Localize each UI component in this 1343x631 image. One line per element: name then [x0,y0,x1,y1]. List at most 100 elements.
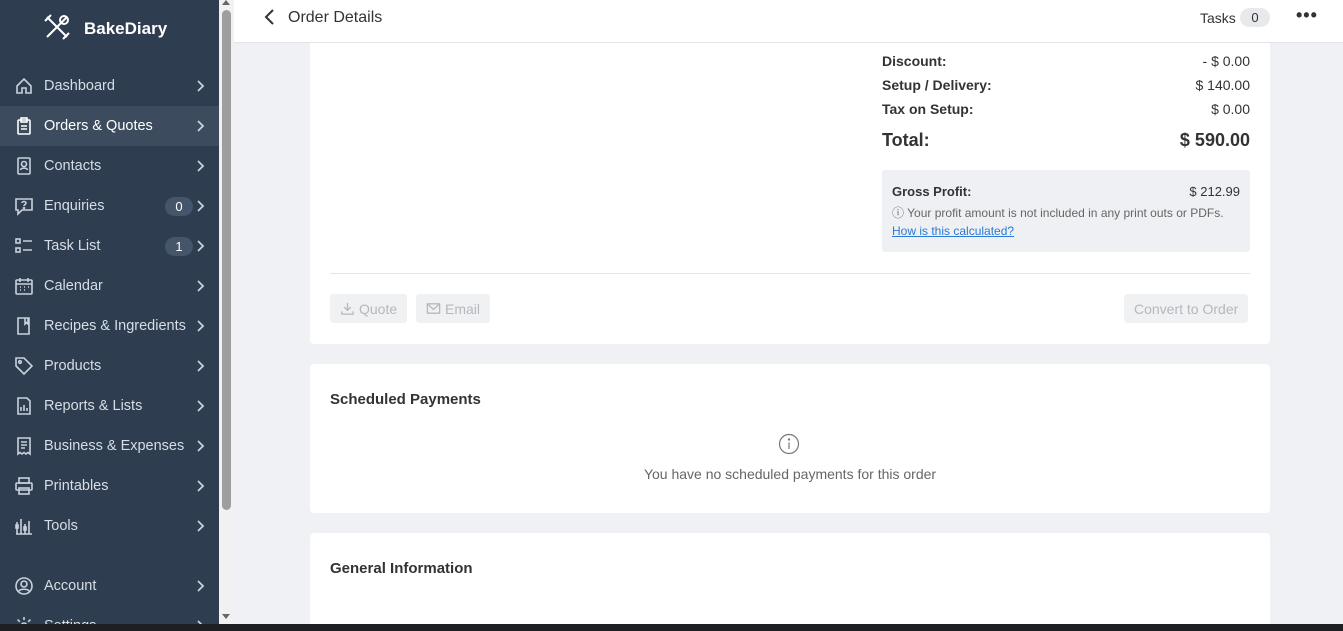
chevron-right-icon [192,158,208,174]
brand[interactable]: BakeDiary [0,0,219,58]
no-payments-message: You have no scheduled payments for this … [643,466,937,482]
printer-icon [14,476,34,496]
sidebar-item-label: Tools [44,518,78,534]
recipe-book-icon [14,316,34,336]
tag-icon [14,356,34,376]
setup-delivery-label: Setup / Delivery: [882,77,992,93]
calendar-icon [14,276,34,296]
sidebar-item-dashboard[interactable]: Dashboard [0,66,219,106]
sidebar-item-printables[interactable]: Printables [0,466,219,506]
sidebar-item-enquiries[interactable]: Enquiries 0 [0,186,219,226]
sidebar-item-reports-lists[interactable]: Reports & Lists [0,386,219,426]
how-calculated-link[interactable]: How is this calculated? [892,224,1240,238]
chevron-right-icon [192,318,208,334]
page-title: Order Details [288,9,383,26]
tax-on-setup-row: Tax on Setup: $ 0.00 [882,101,1250,117]
sidebar-item-tools[interactable]: Tools [0,506,219,546]
sidebar-item-label: Contacts [44,158,102,174]
quote-download-button[interactable]: Quote [330,294,408,323]
general-information-title: General Information [330,560,473,577]
profit-note-text: Your profit amount is not included in an… [907,206,1224,220]
tax-on-setup-value: $ 0.00 [1211,101,1250,117]
sidebar-item-label: Calendar [44,278,103,294]
brand-name: BakeDiary [84,19,168,38]
count-badge: 1 [165,237,193,256]
taskbar-strip [0,624,1343,631]
divider [330,273,1250,274]
more-options-icon[interactable]: ••• [1296,5,1318,26]
back-chevron-icon[interactable] [260,7,280,27]
account-icon [14,576,34,596]
sidebar-item-account[interactable]: Account [0,566,219,606]
count-badge: 0 [165,197,193,216]
total-value: $ 590.00 [1179,130,1250,150]
sidebar-item-label: Products [44,358,102,374]
tax-on-setup-label: Tax on Setup: [882,101,974,117]
checklist-icon [14,236,34,256]
general-information-card: General Information [310,533,1270,631]
chevron-right-icon [192,358,208,374]
info-icon [778,433,800,455]
sidebar-item-task-list[interactable]: Task List 1 [0,226,219,266]
home-icon [14,76,34,96]
sidebar-item-label: Printables [44,478,109,494]
total-row: Total: $ 590.00 [882,130,1250,151]
chevron-right-icon [192,278,208,294]
bakediary-logo-icon [42,12,72,47]
total-label: Total: [882,130,930,150]
tasks-button[interactable]: Tasks [1200,10,1236,26]
sidebar-item-recipes-ingredients[interactable]: Recipes & Ingredients [0,306,219,346]
clipboard-icon [14,116,34,136]
convert-button-label: Convert to Order [1134,300,1239,317]
chevron-right-icon [192,198,208,214]
sidebar-item-label: Reports & Lists [44,398,143,414]
order-summary-card: Discount: - $ 0.00 Setup / Delivery: $ 1… [310,43,1270,344]
tools-icon [14,516,34,536]
sidebar-item-label: Task List [44,238,101,254]
contact-book-icon [14,156,34,176]
download-icon [341,302,354,315]
quote-button-label: Quote [359,300,398,317]
gross-profit-value: $ 212.99 [1189,184,1240,199]
chevron-right-icon [192,518,208,534]
chevron-right-icon [192,238,208,254]
sidebar-item-products[interactable]: Products [0,346,219,386]
email-button-label: Email [445,300,481,317]
chevron-right-icon [192,78,208,94]
sidebar-scrollbar[interactable] [219,0,234,631]
chevron-right-icon [192,398,208,414]
gross-profit-box: Gross Profit: $ 212.99 ⓘ Your profit amo… [882,170,1250,252]
discount-value: - $ 0.00 [1202,53,1250,69]
report-icon [14,396,34,416]
info-small-icon: ⓘ [892,206,905,220]
tasks-count-badge[interactable]: 0 [1240,8,1270,27]
sidebar-item-label: Account [44,578,97,594]
chevron-right-icon [192,118,208,134]
scroll-down-arrow-icon[interactable] [222,614,230,619]
sidebar-item-orders-quotes[interactable]: Orders & Quotes [0,106,219,146]
sidebar-item-contacts[interactable]: Contacts [0,146,219,186]
chevron-right-icon [192,438,208,454]
sidebar-item-label: Business & Expenses [44,438,185,454]
sidebar-item-label: Orders & Quotes [44,118,153,134]
sidebar: BakeDiary Dashboard Orders & Quotes Contac… [0,0,219,631]
chevron-right-icon [192,578,208,594]
sidebar-item-label: Dashboard [44,78,115,94]
discount-label: Discount: [882,53,947,69]
convert-to-order-button[interactable]: Convert to Order [1124,294,1249,323]
sidebar-item-calendar[interactable]: Calendar [0,266,219,306]
scroll-thumb[interactable] [222,10,231,510]
scheduled-payments-title: Scheduled Payments [330,391,481,408]
email-button[interactable]: Email [416,294,491,323]
question-chat-icon [14,196,34,216]
sidebar-item-label: Enquiries [44,198,105,214]
envelope-icon [426,303,441,314]
setup-delivery-row: Setup / Delivery: $ 140.00 [882,77,1250,93]
receipt-icon [14,436,34,456]
top-header: Order Details Tasks 0 ••• [234,0,1343,43]
chevron-right-icon [192,478,208,494]
sidebar-item-business-expenses[interactable]: Business & Expenses [0,426,219,466]
discount-row: Discount: - $ 0.00 [882,53,1250,69]
setup-delivery-value: $ 140.00 [1195,77,1251,93]
scroll-up-arrow-icon[interactable] [222,0,230,5]
